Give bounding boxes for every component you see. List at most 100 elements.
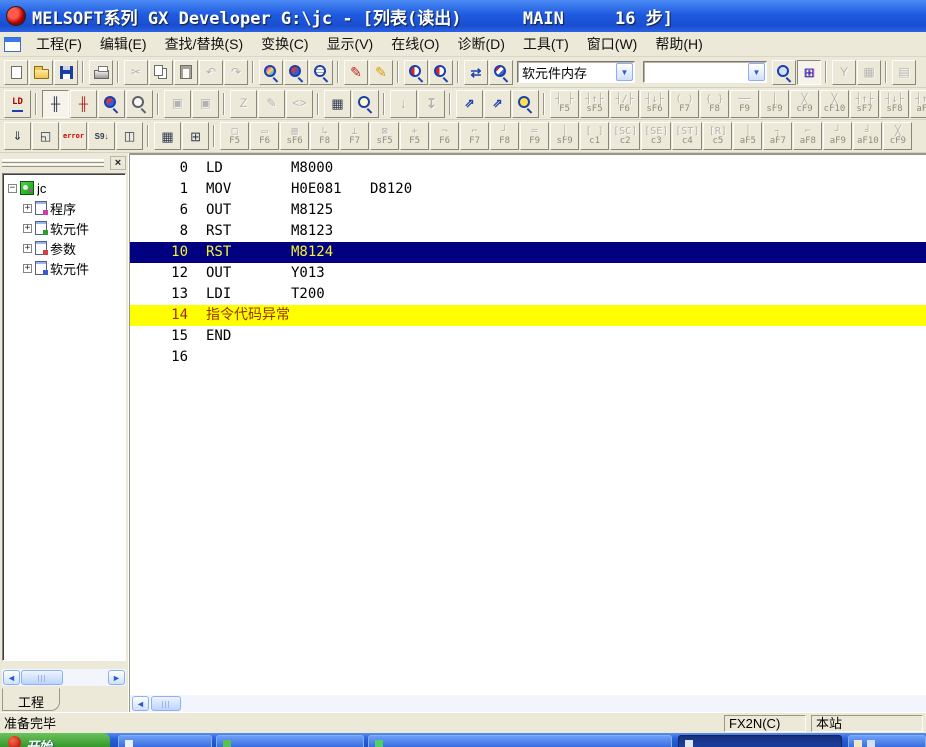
- list-row[interactable]: 10 RST M8124: [130, 242, 926, 263]
- program-partition-button[interactable]: ▦: [324, 90, 351, 118]
- split-window-button[interactable]: ◫: [116, 122, 143, 150]
- scroll-right-icon[interactable]: ►: [108, 670, 125, 685]
- find-contact-coil-button[interactable]: [512, 90, 539, 118]
- device-use-list-button[interactable]: [429, 60, 453, 85]
- program-check-button[interactable]: [772, 60, 796, 85]
- chevron-down-icon[interactable]: ▼: [616, 63, 633, 81]
- open-project-button[interactable]: [29, 60, 53, 85]
- panel-gripper[interactable]: [2, 159, 104, 167]
- taskbar-button[interactable]: [118, 735, 212, 747]
- sc-box-button[interactable]: [SC] c2: [610, 122, 640, 150]
- list-row[interactable]: 16: [130, 347, 926, 368]
- mdi-child-window-icon[interactable]: [4, 37, 21, 52]
- list-row[interactable]: 0 LD M8000: [130, 158, 926, 179]
- tree-item-program[interactable]: + 程序: [3, 198, 125, 218]
- menu-diagnostics[interactable]: 诊断(D): [448, 31, 513, 57]
- scan-time-button[interactable]: [352, 90, 379, 118]
- list-row[interactable]: 15 END: [130, 326, 926, 347]
- find-button[interactable]: [259, 60, 283, 85]
- device-test-button[interactable]: ▣: [164, 90, 191, 118]
- change-tc-setting-button[interactable]: <>: [286, 90, 313, 118]
- zoom-search-button[interactable]: [98, 90, 125, 118]
- rising-pulse-contact-button[interactable]: ┤↑├ sF5: [580, 90, 609, 118]
- block-partition-button[interactable]: ▦: [154, 122, 181, 150]
- transfer-setup-button[interactable]: ⇄: [464, 60, 488, 85]
- save-project-button[interactable]: [54, 60, 78, 85]
- menu-edit[interactable]: 编辑(E): [91, 31, 156, 57]
- taskbar-button-active[interactable]: [678, 735, 842, 747]
- device-batch-button[interactable]: ▣: [192, 90, 219, 118]
- collapse-icon[interactable]: −: [8, 184, 17, 193]
- menu-convert[interactable]: 变换(C): [252, 31, 317, 57]
- write-during-run-button[interactable]: ✎: [258, 90, 285, 118]
- expand-icon[interactable]: +: [23, 204, 32, 213]
- taskbar-button[interactable]: [216, 735, 364, 747]
- monitor-mode-button[interactable]: [126, 90, 153, 118]
- display-step-button[interactable]: ⇓: [4, 122, 31, 150]
- menu-window[interactable]: 窗口(W): [578, 31, 647, 57]
- taskbar-button[interactable]: [848, 735, 926, 747]
- scroll-left-icon[interactable]: ◄: [132, 696, 149, 711]
- title-bar[interactable]: MELSOFT系列 GX Developer G:\jc - [列表(读出) M…: [0, 0, 926, 32]
- sfc-jump-button[interactable]: ↳ F8: [310, 122, 339, 150]
- menu-help[interactable]: 帮助(H): [646, 31, 711, 57]
- rising-pulse-parallel-button[interactable]: ┤↑├ aF7: [910, 90, 926, 118]
- device-comment-edit-button[interactable]: ✎: [344, 60, 368, 85]
- line-corner-2-button[interactable]: ⌐ F7: [460, 122, 489, 150]
- macro-reference-button[interactable]: ▦: [857, 60, 881, 85]
- tree-partition-button[interactable]: ⊞: [182, 122, 209, 150]
- scrollbar-thumb[interactable]: [21, 670, 63, 685]
- paste-button[interactable]: [174, 60, 198, 85]
- start-button[interactable]: 开始: [0, 733, 110, 747]
- cut-button[interactable]: ✂: [124, 60, 148, 85]
- tab-project[interactable]: 工程: [2, 688, 60, 711]
- menu-project[interactable]: 工程(F): [27, 31, 91, 57]
- r-box-button[interactable]: [R] c5: [703, 122, 732, 150]
- application-instruction-button[interactable]: { } F8: [700, 90, 729, 118]
- expand-icon[interactable]: +: [23, 264, 32, 273]
- delete-line-button[interactable]: ╳ cF9: [883, 122, 912, 150]
- tree-horizontal-scrollbar[interactable]: ◄ ►: [2, 669, 126, 686]
- expand-icon[interactable]: +: [23, 224, 32, 233]
- close-icon[interactable]: ×: [110, 156, 126, 170]
- sort-s1-s9-button[interactable]: S9↓: [88, 122, 115, 150]
- statement-edit-button[interactable]: ✎: [369, 60, 393, 85]
- chevron-down-icon[interactable]: ▼: [748, 63, 765, 81]
- tree-item-device-comment[interactable]: + 软元件: [3, 218, 125, 238]
- scroll-left-icon[interactable]: ◄: [3, 670, 20, 685]
- tree-item-device-memory[interactable]: + 软元件: [3, 258, 125, 278]
- cascade-windows-button[interactable]: ◱: [32, 122, 59, 150]
- line-cross-button[interactable]: + F5: [400, 122, 429, 150]
- list-row[interactable]: 8 RST M8123: [130, 221, 926, 242]
- menu-find-replace[interactable]: 查找/替换(S): [156, 31, 253, 57]
- ladder-view-button[interactable]: ╫: [42, 90, 69, 118]
- project-data-list-button[interactable]: ⊞: [797, 60, 821, 85]
- error-jump-button[interactable]: error: [60, 122, 87, 150]
- vertical-line-button[interactable]: │ sF9: [760, 90, 789, 118]
- open-contact-button[interactable]: ┤ ├ F5: [550, 90, 579, 118]
- undo-button[interactable]: ↶: [199, 60, 223, 85]
- line-corner-1-button[interactable]: ¬ F6: [430, 122, 459, 150]
- step-stop-button[interactable]: ↧: [418, 90, 445, 118]
- find-device-button[interactable]: [284, 60, 308, 85]
- dashed-box-button[interactable]: [ ] c1: [580, 122, 609, 150]
- rising-pulse-branch-button[interactable]: ┤↑├ sF7: [850, 90, 879, 118]
- list-row[interactable]: 1 MOV H0E081 D8120: [130, 179, 926, 200]
- corner-a2-button[interactable]: ⌐ aF8: [793, 122, 822, 150]
- cross-reference-button[interactable]: [404, 60, 428, 85]
- tree-item-parameter[interactable]: + 参数: [3, 238, 125, 258]
- list-row[interactable]: 12 OUT Y013: [130, 263, 926, 284]
- macro-button[interactable]: Y: [832, 60, 856, 85]
- st-box-button[interactable]: [ST] c4: [672, 122, 702, 150]
- menu-tools[interactable]: 工具(T): [514, 31, 578, 57]
- redo-button[interactable]: ↷: [224, 60, 248, 85]
- coil-button[interactable]: ( ) F7: [670, 90, 699, 118]
- list-row[interactable]: 6 OUT M8125: [130, 200, 926, 221]
- expand-icon[interactable]: +: [23, 244, 32, 253]
- line-vertical-button[interactable]: │ sF9: [550, 122, 579, 150]
- corner-a4-button[interactable]: ╛ aF10: [853, 122, 882, 150]
- menu-online[interactable]: 在线(O): [382, 31, 448, 57]
- ladder-edit-button[interactable]: ╫: [70, 90, 97, 118]
- print-button[interactable]: [89, 60, 113, 85]
- tree-item-root[interactable]: − jc: [3, 178, 125, 198]
